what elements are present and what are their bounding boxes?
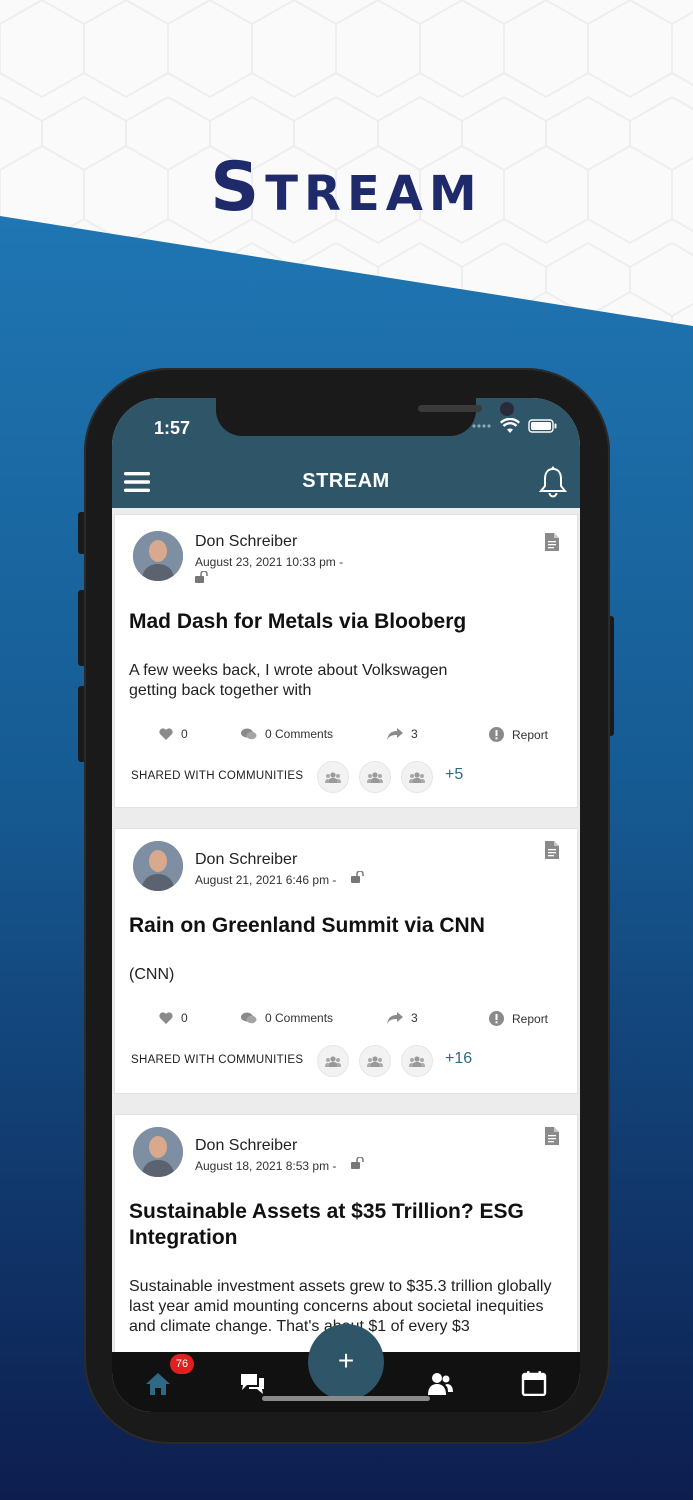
like-button[interactable]: 0 [159,1011,188,1025]
post-title[interactable]: Sustainable Assets at $35 Trillion? ESG … [129,1199,549,1251]
stream-logo: STREAM [0,148,693,227]
document-icon [545,841,559,859]
shared-communities: SHARED WITH COMMUNITIES +5 [115,761,579,793]
notifications-bell-icon[interactable] [538,466,568,498]
group-icon [409,771,425,783]
page-title: STREAM [302,470,390,492]
report-label: Report [512,727,549,742]
post-actions: 0 0 Comments 3 Report [115,727,579,747]
group-icon [367,1055,383,1067]
report-label: Report [512,1011,549,1026]
comments-button[interactable]: 0 Comments [241,1011,333,1025]
shared-label: SHARED WITH COMMUNITIES [131,770,304,782]
community-icon[interactable] [317,1045,349,1077]
phone-screen: 1:57 STREAM Don Schreiber August 23, 202… [112,398,580,1412]
group-icon [325,1055,341,1067]
comments-button[interactable]: 0 Comments [241,727,333,741]
share-count: 3 [411,727,418,741]
like-button[interactable]: 0 [159,727,188,741]
unlock-icon [351,871,364,883]
status-icons [472,418,558,434]
post-card[interactable]: Don Schreiber August 18, 2021 8:53 pm - … [114,1114,578,1352]
alert-circle-icon [489,727,504,742]
community-icon[interactable] [401,761,433,793]
more-communities-link[interactable]: +5 [445,766,463,784]
share-button[interactable]: 3 [387,727,418,741]
unlock-icon [351,1157,364,1169]
alert-circle-icon [489,1011,504,1026]
comment-bubble-icon [241,1012,257,1024]
community-icon[interactable] [359,1045,391,1077]
post-title[interactable]: Mad Dash for Metals via Blooberg [129,609,569,635]
post-card[interactable]: Don Schreiber August 21, 2021 6:46 pm - … [114,828,578,1094]
community-icon[interactable] [317,761,349,793]
post-actions: 0 0 Comments 3 Report [115,1011,579,1031]
author-avatar[interactable] [133,531,183,581]
post-card[interactable]: Don Schreiber August 23, 2021 10:33 pm -… [114,514,578,808]
report-button[interactable]: Report [489,1011,548,1026]
like-count: 0 [181,1011,188,1025]
author-name[interactable]: Don Schreiber [195,533,297,551]
home-indicator[interactable] [262,1396,430,1401]
like-count: 0 [181,727,188,741]
post-excerpt: (CNN) [129,966,175,983]
share-arrow-icon [387,1012,403,1024]
logo-rest: TREAM [265,166,483,222]
group-icon [325,771,341,783]
people-tab-icon[interactable] [426,1370,454,1396]
document-icon [545,533,559,551]
author-name[interactable]: Don Schreiber [195,851,297,869]
avatar-photo-icon [133,1127,183,1177]
avatar-photo-icon [133,841,183,891]
speaker-grille [418,405,482,412]
post-excerpt: A few weeks back, I wrote about Volkswag… [129,662,448,699]
share-arrow-icon [387,728,403,740]
comment-count: 0 Comments [265,1011,334,1025]
phone-notch [216,398,514,436]
calendar-tab-icon[interactable] [520,1370,548,1396]
share-button[interactable]: 3 [387,1011,418,1025]
community-icon[interactable] [359,761,391,793]
community-icon[interactable] [401,1045,433,1077]
home-tab-icon[interactable] [144,1370,172,1396]
app-header: STREAM [112,458,580,508]
document-icon [545,1127,559,1145]
shared-communities: SHARED WITH COMMUNITIES +16 [115,1045,579,1077]
messages-tab-icon[interactable] [238,1370,266,1396]
post-title[interactable]: Rain on Greenland Summit via CNN [129,913,569,939]
signal-icon [472,424,491,428]
heart-icon [159,1012,173,1024]
heart-icon [159,728,173,740]
author-avatar[interactable] [133,1127,183,1177]
author-avatar[interactable] [133,841,183,891]
battery-icon [528,419,557,433]
post-date: August 23, 2021 10:33 pm - [195,555,344,569]
share-count: 3 [411,1011,418,1025]
author-name[interactable]: Don Schreiber [195,1137,297,1155]
shared-label: SHARED WITH COMMUNITIES [131,1054,304,1066]
avatar-photo-icon [133,531,183,581]
group-icon [367,771,383,783]
logo-first-letter: S [210,148,266,227]
comment-bubble-icon [241,728,257,740]
more-communities-link[interactable]: +16 [445,1050,472,1068]
stream-feed[interactable]: Don Schreiber August 23, 2021 10:33 pm -… [112,508,580,1352]
report-button[interactable]: Report [489,727,548,742]
front-camera [500,402,514,416]
unlock-icon [195,571,208,583]
comment-count: 0 Comments [265,727,334,741]
home-notification-badge: 76 [170,1354,194,1374]
wifi-icon [500,418,520,433]
status-time: 1:57 [154,418,191,438]
post-date: August 18, 2021 8:53 pm - [195,1159,337,1173]
group-icon [409,1055,425,1067]
post-date: August 21, 2021 6:46 pm - [195,873,337,887]
add-post-button[interactable]: + [308,1324,384,1400]
